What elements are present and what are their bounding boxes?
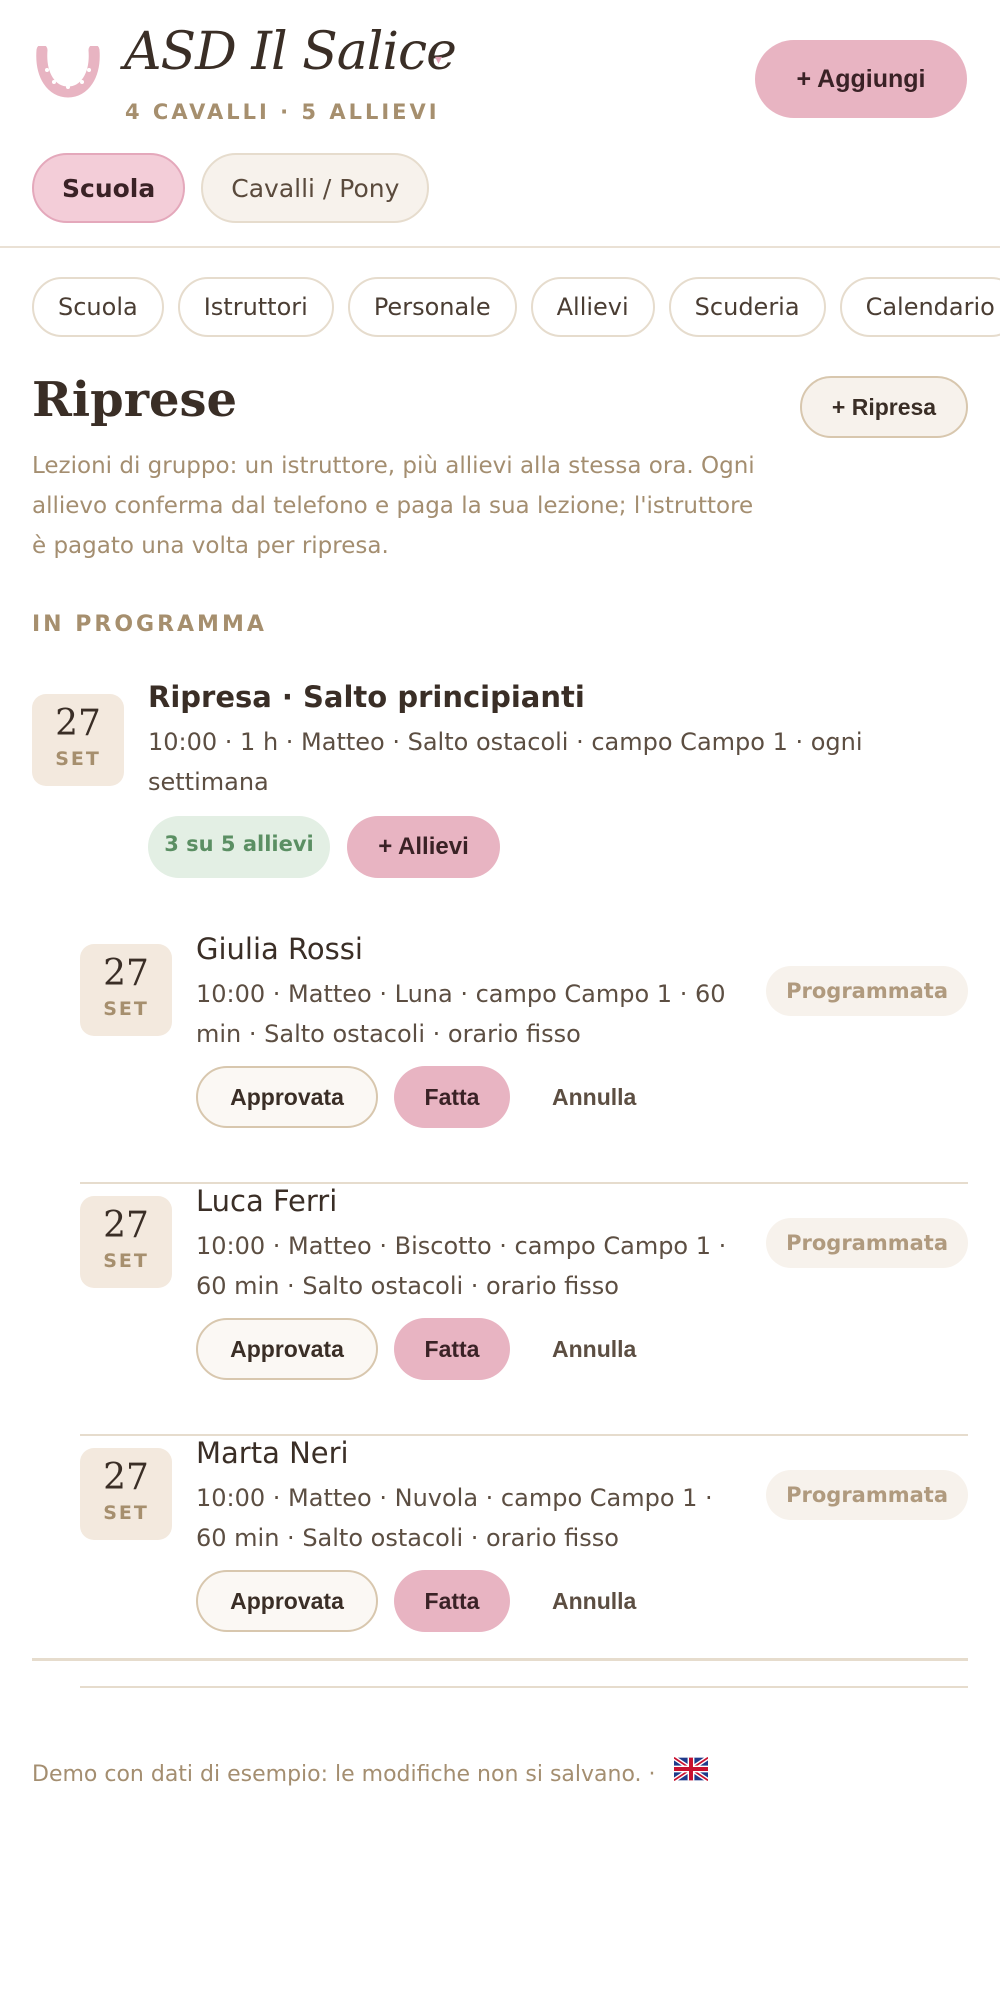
approve-button[interactable]: Approvata xyxy=(196,1570,378,1632)
student-row: 27 SET Luca Ferri 10:00 · Matteo · Bisco… xyxy=(80,1184,968,1436)
mode-tabs: Scuola Cavalli / Pony xyxy=(32,153,430,223)
nav-item-scuola[interactable]: Scuola xyxy=(32,277,164,337)
nav-item-allievi[interactable]: Allievi xyxy=(530,277,655,337)
horseshoe-logo-icon xyxy=(36,46,100,98)
student-name[interactable]: Giulia Rossi xyxy=(196,932,363,966)
status-badge: Programmata xyxy=(766,966,968,1016)
done-button[interactable]: Fatta xyxy=(394,1318,510,1380)
list-divider xyxy=(32,1658,968,1661)
student-row: 27 SET Marta Neri 10:00 · Matteo · Nuvol… xyxy=(80,1436,968,1688)
nav-item-istruttori[interactable]: Istruttori xyxy=(177,277,334,337)
date-day: 27 xyxy=(55,703,101,744)
date-month: SET xyxy=(103,1502,149,1524)
nav-item-scuderia[interactable]: Scuderia xyxy=(668,277,826,337)
group-lesson-meta: 10:00 · 1 h · Matteo · Salto ostacoli · … xyxy=(148,728,863,796)
uk-flag-icon[interactable] xyxy=(673,1756,708,1781)
cancel-button[interactable]: Annulla xyxy=(536,1318,652,1380)
date-month: SET xyxy=(103,1250,149,1272)
date-day: 27 xyxy=(103,953,149,994)
page-title: Riprese xyxy=(32,372,238,428)
app-subtitle: 4 CAVALLI · 5 ALLIEVI xyxy=(125,100,440,124)
student-meta: 10:00 · Matteo · Luna · campo Campo 1 · … xyxy=(196,980,726,1048)
student-meta: 10:00 · Matteo · Biscotto · campo Campo … xyxy=(196,1232,727,1300)
row-actions: Approvata Fatta Annulla xyxy=(196,1066,652,1128)
section-nav: Scuola Istruttori Personale Allievi Scud… xyxy=(32,277,1000,337)
status-badge: Programmata xyxy=(766,1470,968,1520)
nav-item-personale[interactable]: Personale xyxy=(347,277,517,337)
footer-note: Demo con dati di esempio: le modifiche n… xyxy=(32,1756,708,1787)
page-description: Lezioni di gruppo: un istruttore, più al… xyxy=(32,453,755,559)
tab-cavalli-pony[interactable]: Cavalli / Pony xyxy=(201,153,430,223)
group-date-tile: 27 SET xyxy=(32,694,124,786)
nav-item-calendario[interactable]: Calendario xyxy=(839,277,1000,337)
student-row: 27 SET Giulia Rossi 10:00 · Matteo · Lun… xyxy=(80,932,968,1184)
row-actions: Approvata Fatta Annulla xyxy=(196,1570,652,1632)
approve-button[interactable]: Approvata xyxy=(196,1318,378,1380)
date-month: SET xyxy=(55,748,101,770)
date-month: SET xyxy=(103,998,149,1020)
student-date-tile: 27 SET xyxy=(80,1448,172,1540)
section-label: IN PROGRAMMA xyxy=(32,612,267,637)
row-actions: Approvata Fatta Annulla xyxy=(196,1318,652,1380)
app-header: ASD Il Salice ▾ 4 CAVALLI · 5 ALLIEVI + … xyxy=(0,0,1000,248)
status-badge: Programmata xyxy=(766,1218,968,1268)
add-ripresa-button[interactable]: + Ripresa xyxy=(800,376,968,438)
student-name[interactable]: Luca Ferri xyxy=(196,1184,337,1218)
student-date-tile: 27 SET xyxy=(80,944,172,1036)
student-name[interactable]: Marta Neri xyxy=(196,1436,349,1470)
student-count-badge: 3 su 5 allievi xyxy=(148,816,330,878)
chevron-down-icon[interactable]: ▾ xyxy=(435,52,442,68)
app-title[interactable]: ASD Il Salice xyxy=(124,22,457,82)
footer-text: Demo con dati di esempio: le modifiche n… xyxy=(32,1762,656,1787)
student-meta: 10:00 · Matteo · Nuvola · campo Campo 1 … xyxy=(196,1484,713,1552)
add-students-button[interactable]: + Allievi xyxy=(347,816,500,878)
cancel-button[interactable]: Annulla xyxy=(536,1570,652,1632)
group-lesson-title[interactable]: Ripresa · Salto principianti xyxy=(148,680,585,714)
add-button[interactable]: + Aggiungi xyxy=(755,40,967,118)
done-button[interactable]: Fatta xyxy=(394,1066,510,1128)
approve-button[interactable]: Approvata xyxy=(196,1066,378,1128)
cancel-button[interactable]: Annulla xyxy=(536,1066,652,1128)
student-date-tile: 27 SET xyxy=(80,1196,172,1288)
date-day: 27 xyxy=(103,1205,149,1246)
done-button[interactable]: Fatta xyxy=(394,1570,510,1632)
tab-scuola[interactable]: Scuola xyxy=(32,153,186,223)
date-day: 27 xyxy=(103,1457,149,1498)
